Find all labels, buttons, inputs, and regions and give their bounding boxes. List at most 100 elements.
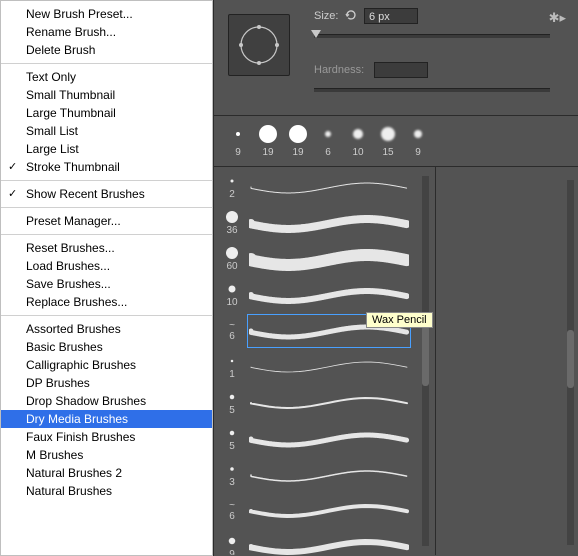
- menu-item[interactable]: Natural Brushes 2: [1, 464, 212, 482]
- recent-brush-swatch[interactable]: 15: [374, 124, 402, 158]
- menu-item-label: Calligraphic Brushes: [26, 358, 136, 372]
- panel-scrollbar[interactable]: [567, 180, 574, 545]
- menu-item[interactable]: Text Only: [1, 68, 212, 86]
- brush-tip-thumb: 60: [222, 246, 242, 272]
- brush-tip-thumb: 5: [222, 390, 242, 416]
- menu-item[interactable]: Calligraphic Brushes: [1, 356, 212, 374]
- menu-separator: [1, 207, 212, 208]
- brush-stroke-row[interactable]: 3: [222, 457, 435, 493]
- menu-item[interactable]: ✓Stroke Thumbnail: [1, 158, 212, 176]
- menu-item[interactable]: M Brushes: [1, 446, 212, 464]
- brush-dot-icon: [288, 124, 308, 144]
- check-icon: ✓: [8, 185, 17, 203]
- menu-item[interactable]: Drop Shadow Brushes: [1, 392, 212, 410]
- menu-item[interactable]: Delete Brush: [1, 41, 212, 59]
- brush-stroke-row[interactable]: 5: [222, 385, 435, 421]
- menu-separator: [1, 315, 212, 316]
- brush-stroke-row[interactable]: 1: [222, 349, 435, 385]
- brush-stroke-preview: [249, 460, 409, 490]
- swatch-size-label: 19: [262, 147, 273, 158]
- menu-item[interactable]: DP Brushes: [1, 374, 212, 392]
- brush-stroke-row[interactable]: 5: [222, 421, 435, 457]
- swatch-size-label: 6: [325, 147, 331, 158]
- menu-item[interactable]: Rename Brush...: [1, 23, 212, 41]
- menu-separator: [1, 180, 212, 181]
- recent-brush-swatch[interactable]: 10: [344, 124, 372, 158]
- menu-item[interactable]: Large List: [1, 140, 212, 158]
- brush-stroke-row[interactable]: 10: [222, 277, 435, 313]
- recent-brushes-bar: 9 19 19 6 10 15 9: [214, 116, 578, 167]
- tooltip: Wax Pencil: [366, 312, 433, 328]
- menu-item[interactable]: ✓Show Recent Brushes: [1, 185, 212, 203]
- menu-item-label: Dry Media Brushes: [26, 412, 128, 426]
- brush-tip-thumb: 9: [222, 534, 242, 555]
- brush-stroke-row[interactable]: 9: [222, 529, 435, 555]
- recent-brush-swatch[interactable]: 19: [254, 124, 282, 158]
- hardness-label: Hardness:: [314, 64, 364, 76]
- swatch-size-label: 10: [352, 147, 363, 158]
- menu-item-label: Save Brushes...: [26, 277, 111, 291]
- menu-item[interactable]: New Brush Preset...: [1, 5, 212, 23]
- brush-stroke-row[interactable]: ~6: [222, 493, 435, 529]
- swatch-size-label: 15: [382, 147, 393, 158]
- menu-item-label: Natural Brushes: [26, 484, 112, 498]
- recent-brush-swatch[interactable]: 9: [404, 124, 432, 158]
- brush-stroke-preview: [249, 172, 409, 202]
- brush-stroke-row[interactable]: 60: [222, 241, 435, 277]
- brush-stroke-preview: [249, 388, 409, 418]
- brush-tip-thumb: 3: [222, 462, 242, 488]
- menu-item-label: Large Thumbnail: [26, 106, 116, 120]
- brush-stroke-list: 2366010~61553~6932: [214, 167, 436, 555]
- menu-item-label: Small List: [26, 124, 78, 138]
- recent-brush-swatch[interactable]: 19: [284, 124, 312, 158]
- menu-item-label: Preset Manager...: [26, 214, 121, 228]
- menu-item[interactable]: Assorted Brushes: [1, 320, 212, 338]
- menu-item[interactable]: Replace Brushes...: [1, 293, 212, 311]
- menu-item-label: Load Brushes...: [26, 259, 110, 273]
- brush-stroke-preview: [249, 352, 409, 382]
- size-input[interactable]: 6 px: [364, 8, 418, 24]
- menu-item-label: DP Brushes: [26, 376, 90, 390]
- brush-tip-thumb: 36: [222, 210, 242, 236]
- brush-tip-preview[interactable]: [228, 14, 290, 76]
- menu-item[interactable]: Dry Media Brushes: [1, 410, 212, 428]
- menu-item[interactable]: Faux Finish Brushes: [1, 428, 212, 446]
- menu-separator: [1, 63, 212, 64]
- menu-item[interactable]: Natural Brushes: [1, 482, 212, 500]
- brush-dot-icon: [378, 124, 398, 144]
- menu-item[interactable]: Small List: [1, 122, 212, 140]
- swatch-size-label: 9: [235, 147, 241, 158]
- brush-dot-icon: [348, 124, 368, 144]
- menu-item[interactable]: Preset Manager...: [1, 212, 212, 230]
- hardness-slider[interactable]: [314, 88, 550, 92]
- check-icon: ✓: [8, 158, 17, 176]
- size-slider[interactable]: [314, 34, 550, 38]
- brush-stroke-preview: [249, 496, 409, 526]
- menu-item-label: Drop Shadow Brushes: [26, 394, 146, 408]
- brush-tip-thumb: 10: [222, 282, 242, 308]
- hardness-input[interactable]: [374, 62, 428, 78]
- brush-flyout-menu: New Brush Preset... Rename Brush... Delete…: [0, 0, 213, 556]
- menu-item[interactable]: Save Brushes...: [1, 275, 212, 293]
- brush-stroke-row[interactable]: 36: [222, 205, 435, 241]
- menu-item[interactable]: Load Brushes...: [1, 257, 212, 275]
- menu-item-label: Assorted Brushes: [26, 322, 121, 336]
- brush-settings-area: Size: 6 px Hardness: ✱▸: [214, 0, 578, 116]
- recent-brush-swatch[interactable]: 6: [314, 124, 342, 158]
- swatch-size-label: 19: [292, 147, 303, 158]
- menu-item-label: Rename Brush...: [26, 25, 116, 39]
- brush-stroke-row[interactable]: 2: [222, 169, 435, 205]
- brush-tip-thumb: ~6: [222, 320, 242, 342]
- brush-stroke-preview: [249, 424, 409, 454]
- flip-icon[interactable]: [344, 8, 360, 24]
- gear-icon[interactable]: ✱▸: [549, 10, 566, 26]
- recent-brush-swatch[interactable]: 9: [224, 124, 252, 158]
- brush-stroke-preview: [249, 532, 409, 555]
- size-label: Size:: [314, 10, 338, 22]
- brush-dot-icon: [318, 124, 338, 144]
- menu-item[interactable]: Basic Brushes: [1, 338, 212, 356]
- menu-item[interactable]: Reset Brushes...: [1, 239, 212, 257]
- menu-item[interactable]: Small Thumbnail: [1, 86, 212, 104]
- stroke-list-scrollbar[interactable]: [422, 176, 429, 546]
- menu-item[interactable]: Large Thumbnail: [1, 104, 212, 122]
